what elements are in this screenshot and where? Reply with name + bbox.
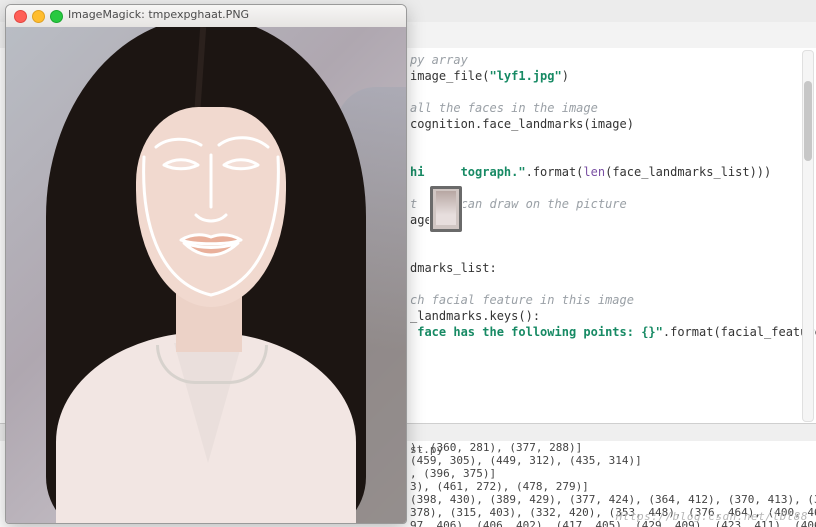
- code-text: .format(: [526, 165, 584, 179]
- code-text: ): [562, 69, 569, 83]
- viewer-filename: tmpexpghaat.PNG: [148, 8, 249, 21]
- code-builtin: len: [583, 165, 605, 179]
- code-comment: ch facial feature in this image: [410, 293, 634, 307]
- viewer-titlebar[interactable]: ImageMagick: tmpexpghaat.PNG: [6, 5, 406, 28]
- code-comment: all the faces in the image: [410, 101, 598, 115]
- code-text: dmarks_list:: [410, 261, 497, 275]
- code-string: hi: [410, 165, 424, 179]
- window-minimize-button[interactable]: [32, 10, 45, 23]
- code-string: "lyf1.jpg": [489, 69, 561, 83]
- code-string: tograph.": [461, 165, 526, 179]
- drag-thumbnail-image: [436, 191, 456, 225]
- window-close-button[interactable]: [14, 10, 27, 23]
- image-viewer-window[interactable]: ImageMagick: tmpexpghaat.PNG: [5, 4, 407, 524]
- code-comment: py array: [410, 53, 468, 67]
- viewer-title: ImageMagick: tmpexpghaat.PNG: [68, 8, 249, 21]
- code-text: .format(facial_feature, fa: [663, 325, 816, 339]
- code-text: cognition.face_landmarks(image): [410, 117, 634, 131]
- code-text: image_file(: [410, 69, 489, 83]
- code-content[interactable]: py array image_file("lyf1.jpg") all the …: [410, 48, 816, 340]
- editor-scrollbar[interactable]: [802, 50, 814, 422]
- code-string: face has the following points: {}": [417, 325, 663, 339]
- drag-thumbnail[interactable]: [430, 186, 462, 232]
- code-text: _landmarks.keys():: [410, 309, 540, 323]
- viewer-app-name: ImageMagick:: [68, 8, 145, 21]
- code-text: (face_landmarks_list))): [605, 165, 771, 179]
- viewer-image: [6, 27, 406, 523]
- scrollbar-thumb[interactable]: [804, 81, 812, 161]
- console-tab[interactable]: st.py: [410, 443, 443, 456]
- window-zoom-button[interactable]: [50, 10, 63, 23]
- watermark: Https://blog.csdn.net/lbt88: [616, 510, 808, 523]
